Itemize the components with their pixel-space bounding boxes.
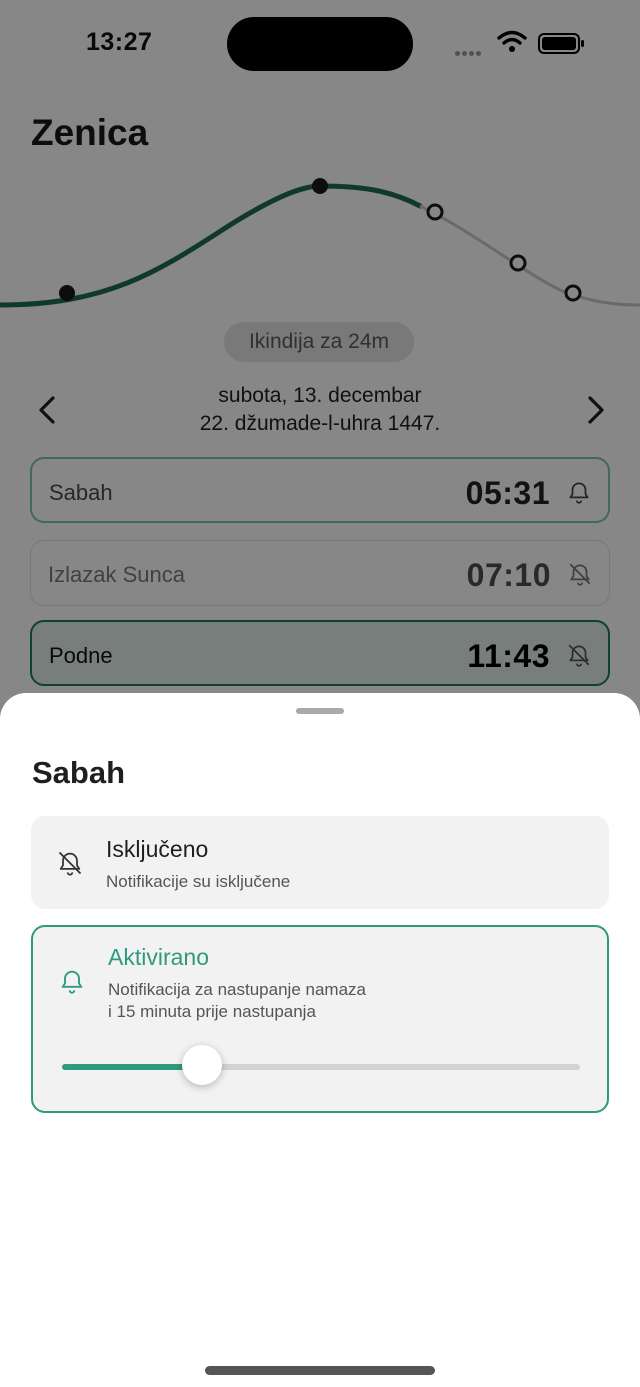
bell-off-icon — [58, 851, 82, 876]
reminder-slider-track[interactable] — [62, 1064, 580, 1070]
sheet-title: Sabah — [32, 755, 126, 790]
reminder-slider-fill — [62, 1064, 202, 1070]
reminder-slider-thumb[interactable] — [181, 1045, 222, 1085]
notification-sheet: Sabah Isključeno Notifikacije su isključ… — [0, 693, 640, 1387]
option-title: Aktivirano — [108, 944, 209, 970]
option-description: Notifikacije su isključene — [106, 872, 291, 891]
sheet-grabber[interactable] — [296, 708, 344, 714]
option-description-line2: i 15 minuta prije nastupanja — [108, 1002, 316, 1021]
bell-icon — [61, 970, 83, 994]
option-title: Isključeno — [106, 836, 209, 862]
home-indicator — [205, 1366, 435, 1375]
option-description-line1: Notifikacija za nastupanje namaza — [108, 980, 366, 999]
option-off[interactable]: Isključeno Notifikacije su isključene — [31, 816, 609, 909]
option-on[interactable]: Aktivirano Notifikacija za nastupanje na… — [31, 925, 609, 1113]
